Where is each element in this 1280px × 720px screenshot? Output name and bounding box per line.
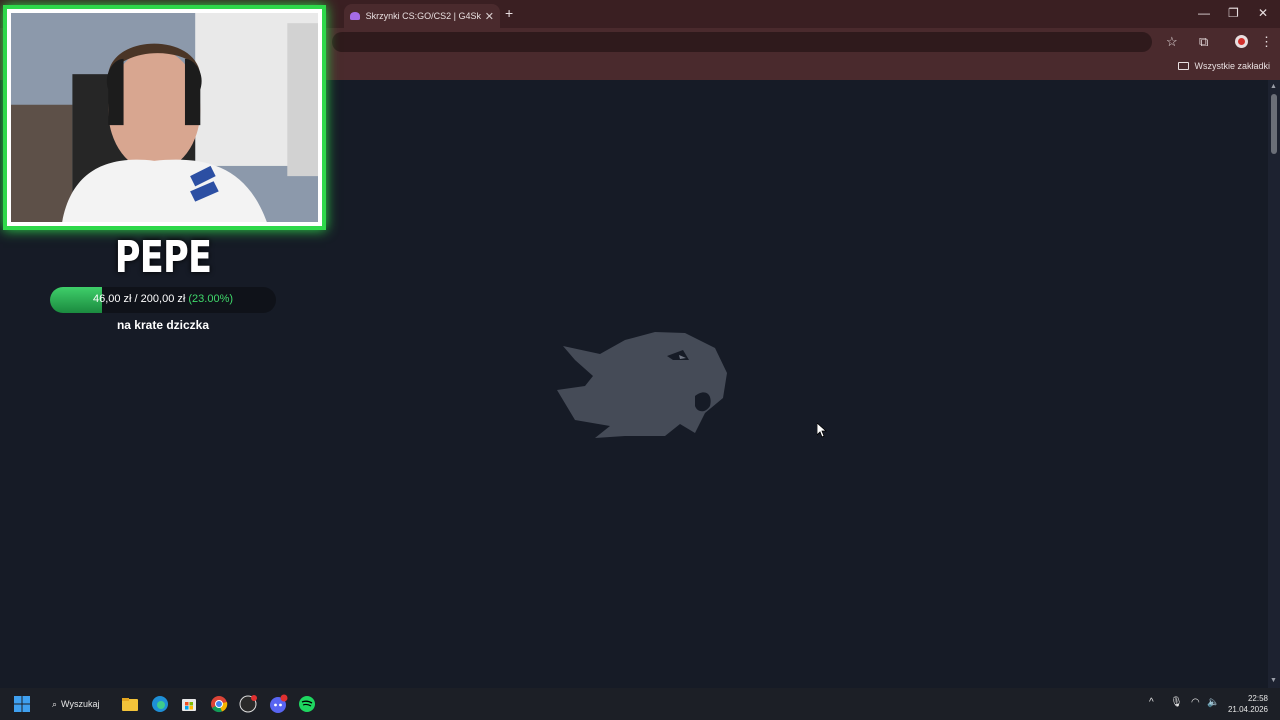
webcam-video (11, 13, 318, 222)
scroll-up-icon[interactable]: ▲ (1270, 83, 1277, 90)
webcam-frame (3, 5, 326, 230)
tab-close-icon[interactable]: ✕ (485, 10, 494, 23)
edge-browser-icon[interactable] (150, 694, 170, 714)
taskbar-search[interactable]: ⌕ Wyszukaj (46, 695, 105, 713)
microphone-icon[interactable]: 🎙 (1170, 697, 1183, 708)
menu-dots-icon[interactable]: ⋮ (1260, 34, 1273, 50)
mouse-cursor-icon (817, 423, 827, 438)
goal-target: 200,00 zł (140, 293, 186, 305)
extensions-icon[interactable]: ⧉ (1199, 34, 1208, 50)
folder-icon (1178, 62, 1190, 70)
streamer-name: PEPE (114, 232, 212, 283)
webcam-border (7, 9, 322, 226)
all-bookmarks-label: Wszystkie zakładki (1194, 61, 1270, 71)
search-label: Wyszukaj (61, 699, 100, 709)
spotify-icon[interactable] (297, 694, 317, 714)
taskbar-clock[interactable]: 22:58 21.04.2026 (1228, 693, 1268, 715)
g4skins-favicon-icon (350, 12, 360, 20)
g4skins-panther-logo-icon (557, 332, 727, 438)
scroll-thumb[interactable] (1271, 94, 1277, 154)
minimize-button[interactable]: — (1198, 6, 1210, 20)
obs-icon[interactable] (238, 694, 258, 714)
clock-date: 21.04.2026 (1227, 705, 1268, 714)
microsoft-store-icon[interactable] (179, 694, 199, 714)
streamer-silhouette (11, 13, 318, 222)
goal-label: na krate dziczka (116, 318, 210, 332)
bookmark-star-icon[interactable]: ☆ (1166, 34, 1178, 50)
goal-text: 46,00 zł / 200,00 zł (23.00%) (50, 293, 276, 305)
profile-record-icon[interactable] (1235, 35, 1248, 48)
page-scrollbar[interactable]: ▲ ▼ (1268, 80, 1280, 688)
discord-icon[interactable] (268, 694, 288, 714)
tab-g4skins[interactable]: Skrzynki CS:GO/CS2 | G4Skins ✕ (344, 4, 500, 28)
goal-percent: (23.00%) (188, 293, 234, 305)
taskbar: ⌕ Wyszukaj ^ 🎙 ◠ 🔈 22:58 21.04.2026 (0, 688, 1280, 720)
all-bookmarks-button[interactable]: Wszystkie zakładki (1178, 61, 1270, 71)
scroll-down-icon[interactable]: ▼ (1270, 677, 1277, 684)
close-window-button[interactable]: ✕ (1258, 6, 1268, 20)
donation-goal-bar: 46,00 zł / 200,00 zł (23.00%) (50, 287, 276, 313)
new-tab-button[interactable]: + (505, 5, 513, 21)
file-explorer-icon[interactable] (120, 694, 140, 714)
search-icon: ⌕ (52, 698, 58, 709)
goal-current: 46,00 zł (92, 293, 132, 305)
tray-overflow-icon[interactable]: ^ (1149, 697, 1154, 708)
clock-time: 22:58 (1247, 694, 1268, 703)
windows-start-icon[interactable] (12, 694, 32, 714)
wifi-icon[interactable]: ◠ (1191, 697, 1200, 708)
tab-title: Skrzynki CS:GO/CS2 | G4Skins (365, 11, 481, 21)
address-bar[interactable] (332, 32, 1152, 52)
restore-button[interactable]: ❐ (1228, 6, 1239, 20)
chrome-icon[interactable] (209, 694, 229, 714)
volume-icon[interactable]: 🔈 (1207, 697, 1219, 708)
goal-separator: / (134, 293, 138, 305)
